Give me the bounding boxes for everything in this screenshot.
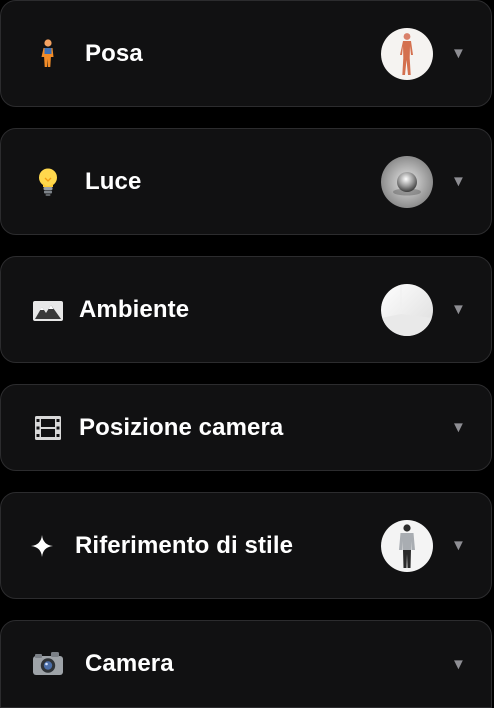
- chevron-down-icon: ▼: [451, 45, 466, 62]
- camera-icon: [31, 647, 65, 681]
- person-icon: [31, 37, 65, 71]
- chevron-down-icon: ▼: [451, 301, 466, 318]
- section-posizione-camera[interactable]: Posizione camera ▼: [0, 384, 492, 471]
- film-frame-icon: [31, 411, 65, 445]
- light-thumbnail[interactable]: [381, 155, 433, 208]
- section-label: Camera: [85, 650, 174, 677]
- pose-thumbnail[interactable]: [381, 27, 433, 80]
- chevron-down-icon: ▼: [451, 173, 466, 190]
- chevron-down-icon: ▼: [451, 419, 466, 436]
- section-camera[interactable]: Camera ▼: [0, 620, 492, 708]
- section-posa[interactable]: Posa ▼: [0, 0, 492, 107]
- section-label: Ambiente: [79, 295, 190, 323]
- sparkle-icon: [31, 529, 65, 563]
- section-luce[interactable]: Luce ▼: [0, 128, 492, 235]
- section-label: Posizione camera: [79, 413, 284, 441]
- mountain-icon: [31, 293, 65, 327]
- chevron-down-icon: ▼: [451, 537, 466, 554]
- section-label: Posa: [85, 39, 143, 67]
- environment-thumbnail[interactable]: [381, 283, 433, 336]
- section-riferimento-di-stile[interactable]: Riferimento di stile ▼: [0, 492, 492, 599]
- style-reference-thumbnail[interactable]: [381, 519, 433, 572]
- lightbulb-icon: [31, 165, 65, 199]
- section-ambiente[interactable]: Ambiente ▼: [0, 256, 492, 363]
- section-label: Luce: [85, 167, 142, 195]
- chevron-down-icon: ▼: [451, 655, 466, 673]
- section-label: Riferimento di stile: [75, 531, 294, 559]
